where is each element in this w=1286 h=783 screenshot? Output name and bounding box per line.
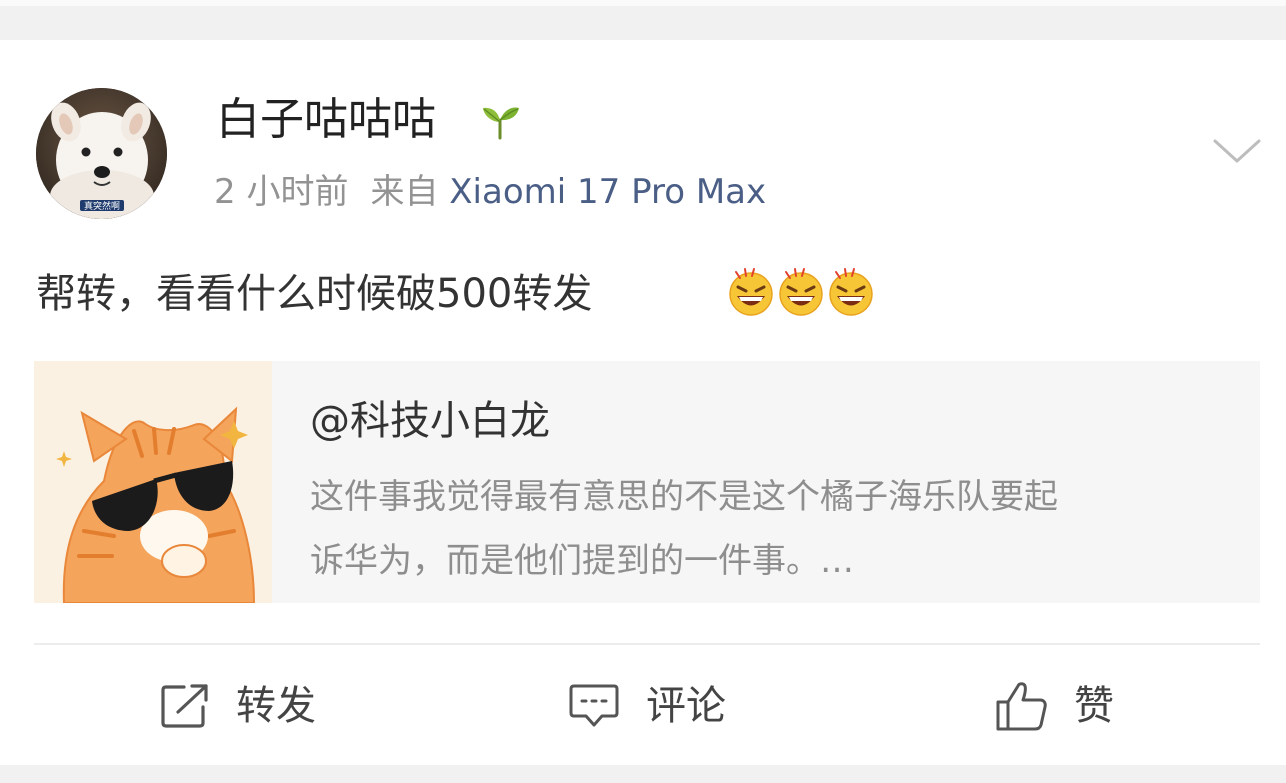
laugh-emoji-icon [779, 268, 823, 316]
repost-button[interactable]: 转发 [160, 666, 316, 746]
avatar[interactable]: 真突然啊 [36, 88, 167, 219]
repost-author[interactable]: @科技小白龙 [310, 395, 550, 447]
bottom-separator [0, 765, 1286, 783]
source-device-link[interactable]: Xiaomi 17 Pro Max [449, 172, 766, 212]
repost-label: 转发 [236, 683, 316, 729]
post-time: 2 小时前 [214, 172, 349, 212]
sprout-icon [483, 107, 519, 140]
repost-thumbnail [34, 361, 272, 603]
avatar-caption: 真突然啊 [84, 200, 120, 212]
divider [34, 643, 1260, 645]
repost-text-line: 诉华为，而是他们提到的一件事。… [310, 541, 854, 581]
top-separator [0, 0, 1286, 40]
post-meta: 2 小时前 来自 Xiaomi 17 Pro Max [214, 170, 766, 214]
laugh-emoji-icon [729, 268, 773, 316]
like-label: 赞 [1074, 683, 1114, 729]
author-name[interactable]: 白子咕咕咕 [216, 92, 436, 148]
repost-text: 这件事我觉得最有意思的不是这个橘子海乐队要起 诉华为，而是他们提到的一件事。… [310, 465, 1220, 593]
repost-text-line: 这件事我觉得最有意思的不是这个橘子海乐队要起 [310, 477, 1058, 517]
post-text: 帮转，看看什么时候破500转发 [36, 271, 593, 317]
comment-bubble-icon [569, 684, 619, 727]
weibo-post-screen: 真突然啊 白子咕咕咕 2 小时前 来自 Xiaomi 17 Pro Max 帮转，… [0, 0, 1286, 783]
share-square-icon [161, 684, 208, 728]
laugh-emoji-icon [829, 268, 873, 316]
chevron-down-icon[interactable] [1212, 136, 1262, 166]
comment-button[interactable]: 评论 [568, 666, 726, 746]
repost-card[interactable]: @科技小白龙 这件事我觉得最有意思的不是这个橘子海乐队要起 诉华为，而是他们提到… [34, 361, 1260, 603]
comment-label: 评论 [646, 683, 726, 729]
source-prefix: 来自 [370, 172, 439, 212]
emoji-row [726, 264, 876, 320]
like-button[interactable]: 赞 [994, 666, 1114, 746]
thumbs-up-icon [996, 682, 1047, 731]
